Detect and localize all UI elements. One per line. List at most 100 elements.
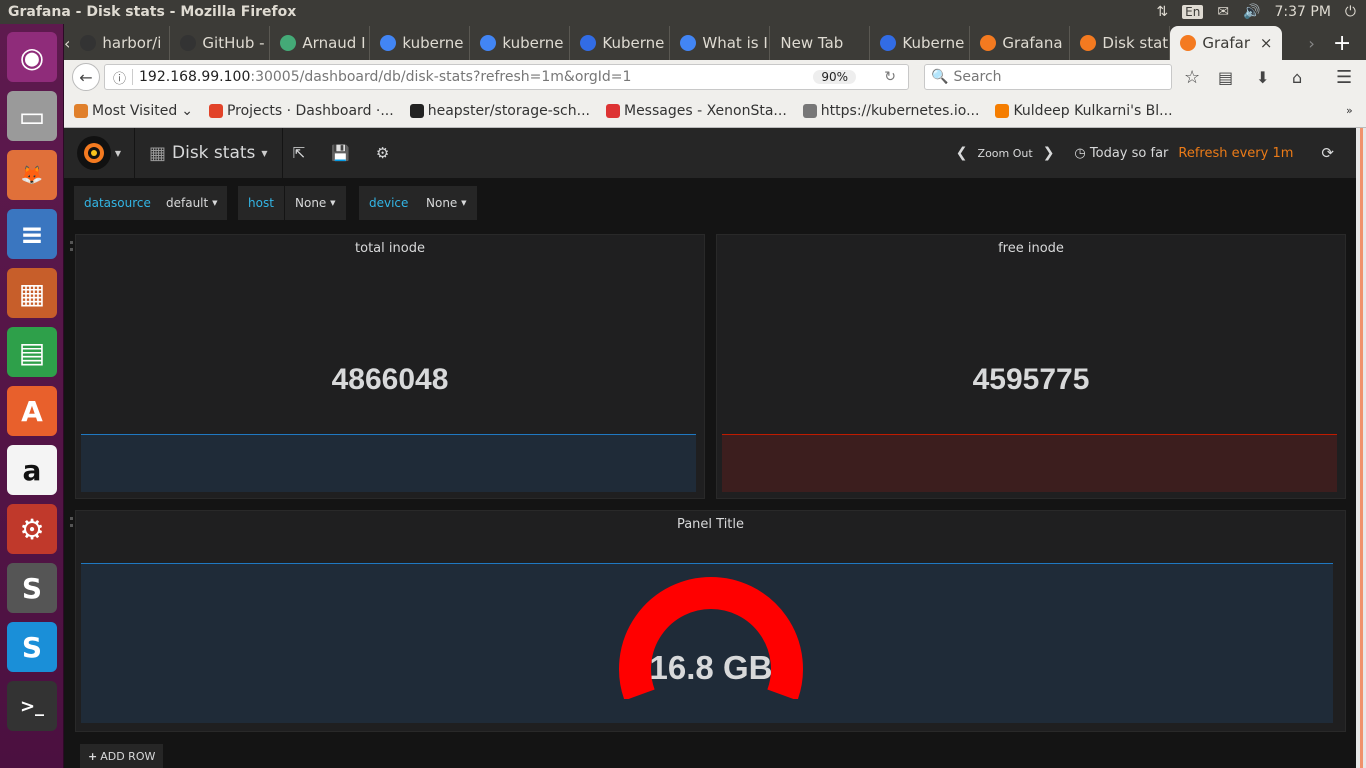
network-icon[interactable]: ⇅ [1156,4,1168,20]
window-title: Grafana - Disk stats - Mozilla Firefox [8,4,297,20]
singlestat-value: 4866048 [331,363,449,396]
grafana-icon [1180,35,1197,51]
home-icon[interactable]: ⌂ [1292,68,1302,87]
site-icon [280,35,297,51]
variable-select-datasource[interactable]: default ▼ [156,186,228,220]
downloads-icon[interactable]: ⬇ [1256,68,1269,87]
volume-icon[interactable]: 🔊 [1243,4,1260,20]
url-bar[interactable]: ⓘ 192.168.99.100:30005/dashboard/db/disk… [104,64,909,90]
browser-tab[interactable]: Kuberne [870,26,971,60]
bookmark-star-icon[interactable]: ☆ [1184,67,1200,88]
site-info-icon[interactable]: ⓘ [113,68,126,87]
browser-tab[interactable]: Grafar × [1170,26,1283,60]
browser-tab[interactable]: Kuberne [570,26,671,60]
save-icon[interactable]: 💾 [331,144,350,162]
clock[interactable]: 7:37 PM [1275,4,1331,20]
launcher-software-center[interactable]: A [7,386,57,436]
bookmarks-overflow-icon[interactable]: » [1346,104,1353,117]
zoom-level[interactable]: 90% [813,70,856,84]
browser-tab[interactable]: Disk stat [1070,26,1171,60]
launcher-amazon[interactable]: a [7,445,57,495]
panel-title[interactable]: total inode [76,241,704,256]
settings-gear-icon[interactable]: ⚙ [376,144,389,162]
time-forward-icon[interactable]: ❯ [1043,145,1055,161]
panel-title[interactable]: Panel Title [76,517,1345,532]
browser-tab[interactable]: kuberne [370,26,471,60]
back-button[interactable]: ← [72,63,100,91]
menu-icon[interactable]: ☰ [1336,67,1352,88]
bookmark-item[interactable]: heapster/storage-sch... [409,103,590,119]
refresh-icon[interactable]: ⟳ [1321,144,1334,162]
amazon-icon: a [22,453,42,487]
panel-total-inode: total inode 4866048 [70,234,705,499]
singlestat-value: 4595775 [972,363,1090,396]
time-picker[interactable]: ◷ Today so far [1074,146,1168,161]
browser-tab[interactable]: Grafana [970,26,1071,60]
blogger-icon [995,103,1010,118]
bookmark-item[interactable]: Messages - XenonSta... [605,103,787,119]
bookmark-label: https://kubernetes.io... [820,102,980,119]
search-input[interactable]: 🔍 Search [924,64,1172,90]
terminal-icon: >_ [19,695,45,717]
bookmark-label: Projects · Dashboard ·... [226,102,394,119]
share-icon[interactable]: ⇱ [293,144,306,162]
browser-tab[interactable]: GitHub - [170,26,271,60]
tab-label: Kuberne [902,34,965,52]
variable-label-device: device [359,186,419,220]
browser-tab[interactable]: New Tab [770,26,871,60]
row-drag-handle[interactable] [70,241,73,251]
time-back-icon[interactable]: ❮ [956,145,968,161]
add-row-button[interactable]: + ADD ROW [80,744,164,768]
launcher-system-settings[interactable]: ⚙ [7,504,57,554]
tab-label: What is I [702,34,768,52]
tab-scroll-right-icon[interactable]: › [1308,26,1314,60]
row-drag-handle[interactable] [70,517,73,527]
bookmark-item[interactable]: Projects · Dashboard ·... [208,102,394,119]
zoom-out-button[interactable]: Zoom Out [978,147,1033,160]
panel-title[interactable]: free inode [717,241,1345,256]
reading-list-icon[interactable]: ▤ [1218,68,1233,87]
launcher-terminal[interactable]: >_ [7,681,57,731]
browser-tab[interactable]: What is I [670,26,771,60]
variable-select-device[interactable]: None ▼ [416,186,477,220]
launcher: ◉ ▭ 🦊 ≡ ▦ ▤ Aa ⚙ S S >_ [0,24,64,768]
kubernetes-icon [580,35,597,51]
refresh-interval[interactable]: Refresh every 1m [1178,146,1293,161]
sparkline [722,434,1337,492]
power-icon[interactable]: ⏻ [1345,4,1356,20]
grafana-logo-menu[interactable]: ▼ [64,128,134,178]
browser-tab[interactable]: Arnaud I [270,26,371,60]
tab-label: harbor/i [102,34,162,52]
grafana-logo-icon [76,136,111,170]
dashboard-picker[interactable]: ▦ Disk stats ▼ [135,128,282,178]
browser-tab[interactable]: kuberne [470,26,571,60]
scrollbar[interactable] [1356,128,1366,768]
new-tab-button[interactable]: + [1333,26,1351,60]
launcher-libreoffice-calc[interactable]: ▤ [7,327,57,377]
grafana-icon [1080,35,1097,51]
launcher-libreoffice-writer[interactable]: ≡ [7,209,57,259]
variable-select-host[interactable]: None ▼ [285,186,346,220]
mail-icon[interactable]: ✉ [1217,4,1229,20]
tab-label: kuberne [402,34,464,52]
browser-tab[interactable]: harbor/i [70,26,171,60]
kubernetes-icon [880,35,897,51]
bookmark-item[interactable]: https://kubernetes.io... [802,102,980,119]
os-top-bar: Grafana - Disk stats - Mozilla Firefox ⇅… [0,0,1366,24]
launcher-sublime-text[interactable]: S [7,563,57,613]
close-tab-icon[interactable]: × [1260,34,1273,52]
launcher-libreoffice-impress[interactable]: ▦ [7,268,57,318]
launcher-files[interactable]: ▭ [7,91,57,141]
tab-label: Grafana [1002,34,1063,52]
launcher-ubuntu-dash[interactable]: ◉ [7,32,57,82]
keyboard-layout-indicator[interactable]: En [1182,5,1204,19]
bookmarks-toolbar: Most Visited ⌄ Projects · Dashboard ·... he… [64,94,1366,128]
variable-label-datasource: datasource [74,186,161,220]
bookmark-item[interactable]: Kuldeep Kulkarni's Bl... [995,103,1173,119]
software-center-icon: A [21,394,43,428]
launcher-firefox[interactable]: 🦊 [7,150,57,200]
launcher-skype[interactable]: S [7,622,57,672]
navigation-bar: ← ⓘ 192.168.99.100:30005/dashboard/db/di… [64,60,1366,94]
bookmark-item[interactable]: Most Visited ⌄ [74,103,193,119]
reload-icon[interactable]: ↻ [884,69,896,85]
